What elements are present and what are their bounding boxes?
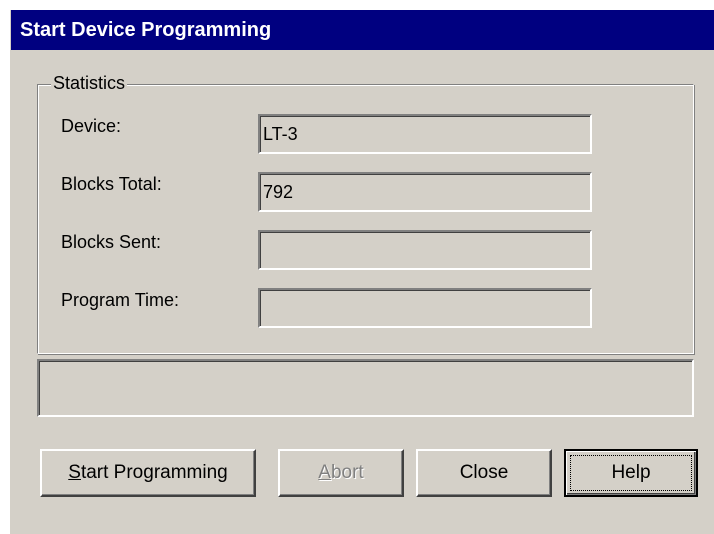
- device-label: Device:: [61, 116, 122, 136]
- start-programming-mnemonic: S: [68, 462, 81, 483]
- blocks-total-field: 792: [258, 172, 592, 212]
- abort-mnemonic: A: [318, 462, 331, 483]
- blocks-sent-field: [258, 230, 592, 270]
- window-title: Start Device Programming: [20, 19, 272, 41]
- program-time-label: Program Time:: [61, 290, 180, 310]
- device-field: LT-3: [258, 114, 592, 154]
- blocks-sent-label: Blocks Sent:: [61, 232, 162, 252]
- title-bar[interactable]: Start Device Programming: [11, 10, 714, 50]
- status-panel: [37, 359, 694, 417]
- close-button[interactable]: Close: [416, 449, 552, 497]
- statistics-group-label: Statistics: [51, 72, 128, 94]
- program-time-field: [258, 288, 592, 328]
- help-button[interactable]: Help: [564, 449, 698, 497]
- blocks-total-label: Blocks Total:: [61, 174, 162, 194]
- abort-label-rest: bort: [330, 462, 364, 483]
- start-programming-button-label: Start Programming: [68, 462, 227, 483]
- abort-button-label: Abort: [318, 462, 363, 483]
- close-button-label: Close: [459, 462, 509, 483]
- start-programming-button[interactable]: Start Programming: [40, 449, 256, 497]
- dialog-window: Start Device Programming Statistics Devi…: [10, 10, 714, 534]
- start-programming-label-rest: tart Programming: [80, 462, 228, 483]
- abort-button[interactable]: Abort: [278, 449, 404, 497]
- help-button-label: Help: [611, 462, 651, 483]
